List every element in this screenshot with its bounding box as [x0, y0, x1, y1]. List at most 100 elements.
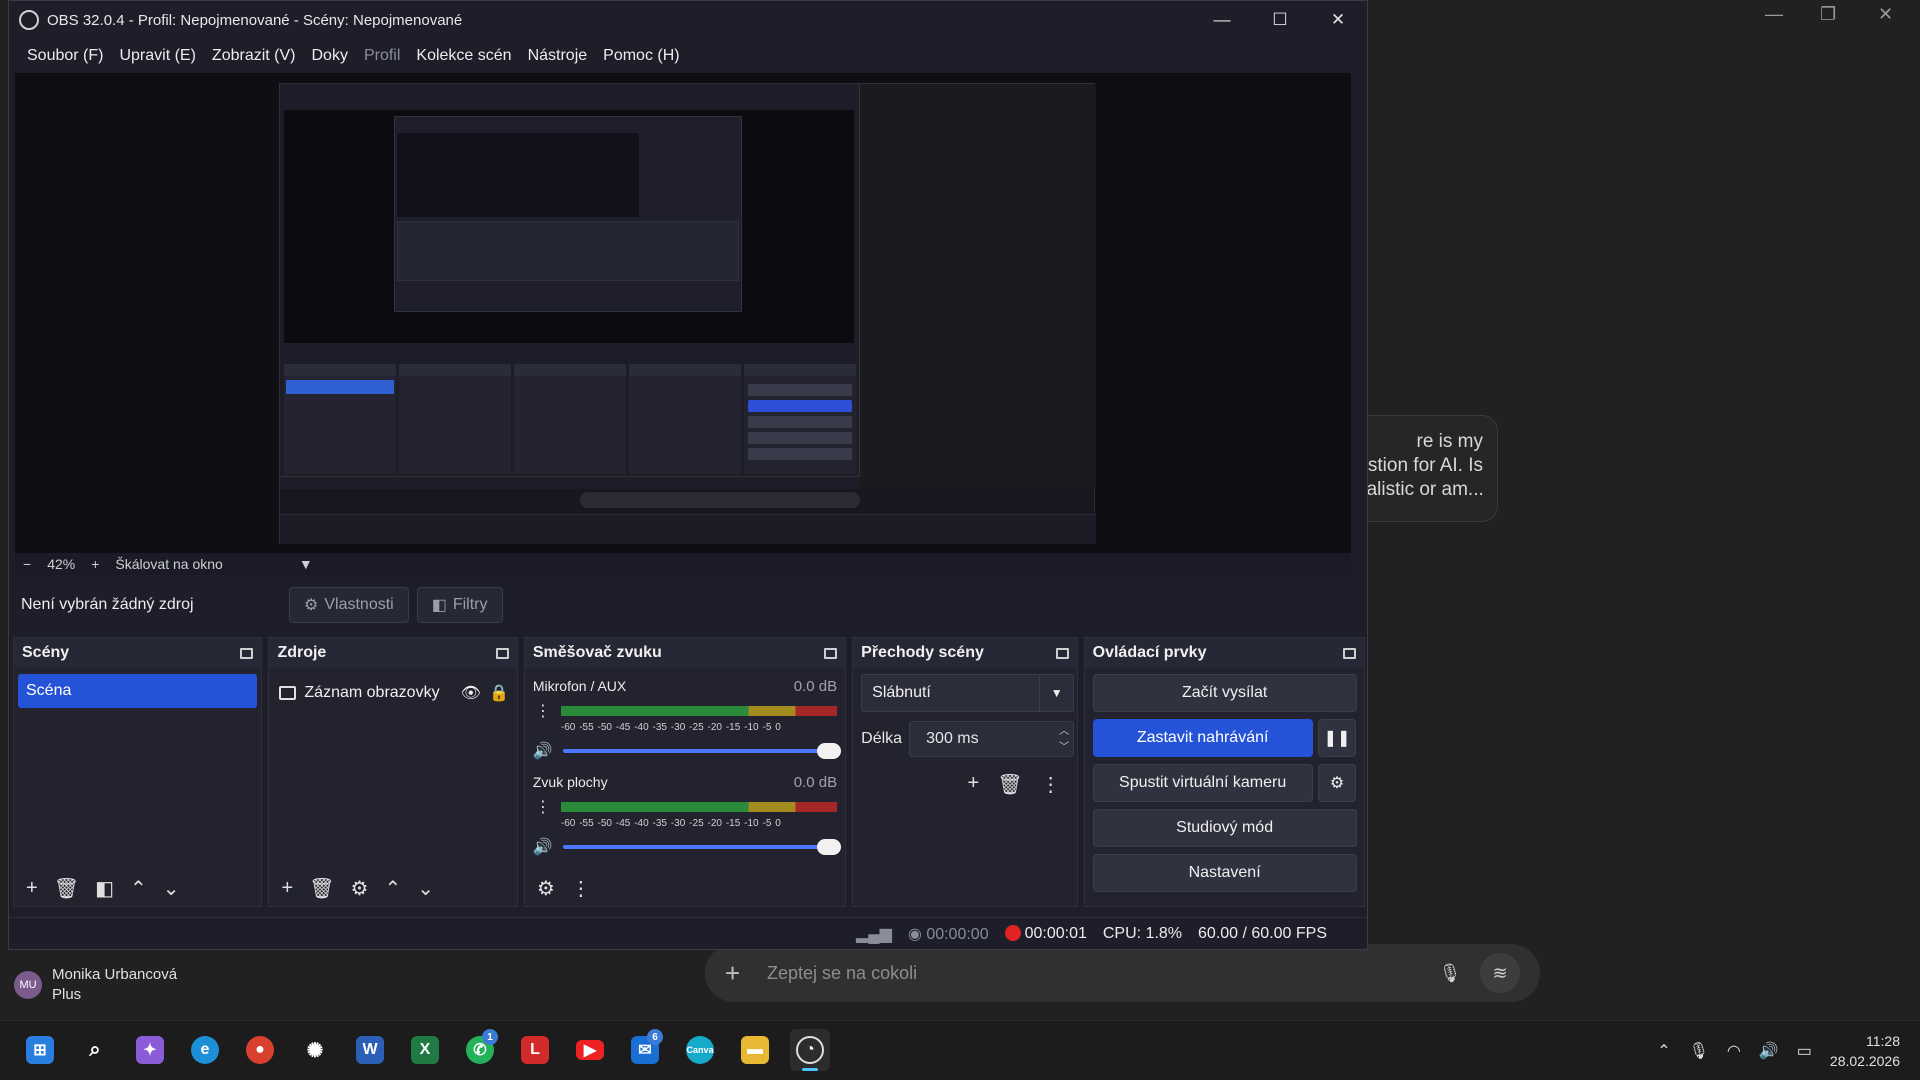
menu-docks[interactable]: Doky [304, 47, 356, 65]
duration-row: Délka 300 ms ︿ ﹀ [861, 720, 1075, 758]
slider-knob[interactable] [817, 743, 842, 759]
preview-canvas[interactable] [15, 73, 1351, 553]
search-icon[interactable]: ⌕ [75, 1029, 115, 1071]
windows-start-icon[interactable]: ⊞ [20, 1029, 60, 1071]
pause-icon[interactable]: ❚❚ [1317, 719, 1356, 757]
zoom-out-button[interactable]: − [15, 556, 39, 572]
chatgpt-icon[interactable]: ✺ [295, 1029, 335, 1071]
file-explorer-icon[interactable]: ▬ [735, 1029, 775, 1071]
word-icon[interactable]: W [350, 1029, 390, 1071]
bg-restore-icon[interactable]: ❐ [1820, 4, 1836, 25]
close-icon[interactable]: ✕ [1309, 1, 1367, 39]
chevron-down-icon[interactable]: ▼ [1039, 675, 1073, 711]
menu-profile[interactable]: Profil [356, 47, 408, 65]
duration-input[interactable]: 300 ms ︿ ﹀ [909, 721, 1075, 757]
chevron-down-icon[interactable]: ▼ [291, 556, 321, 572]
chevron-up-icon[interactable]: ⌃ [130, 876, 147, 901]
undock-icon[interactable] [1342, 647, 1356, 659]
bubble-line: ealistic or am... [1356, 479, 1484, 500]
copilot-icon[interactable]: ✦ [130, 1029, 170, 1071]
add-icon[interactable]: + [281, 877, 293, 900]
chevron-down-icon[interactable]: ⌄ [417, 876, 434, 901]
chrome-icon[interactable]: ● [240, 1029, 280, 1071]
battery-icon[interactable]: ▭ [1797, 1041, 1812, 1061]
filters-button[interactable]: ◧ Filtry [416, 587, 503, 623]
add-icon[interactable]: + [26, 877, 38, 900]
chevron-up-icon[interactable]: ⌃ [384, 876, 401, 901]
meter-tick: -55 [579, 722, 594, 733]
speaker-icon[interactable]: 🔊 [1759, 1041, 1779, 1061]
kebab-menu-icon[interactable]: ⋮ [1041, 772, 1061, 797]
undock-icon[interactable] [824, 647, 838, 659]
time: 11:28 [1866, 1033, 1900, 1049]
menu-edit[interactable]: Upravit (E) [111, 47, 203, 65]
excel-icon[interactable]: X [405, 1029, 445, 1071]
transition-select[interactable]: Slábnutí ▼ [861, 674, 1075, 712]
youtube-icon[interactable]: ▶ [570, 1029, 610, 1071]
spin-arrows-icon[interactable]: ︿ ﹀ [1059, 724, 1069, 756]
nested-dock [744, 364, 856, 474]
undock-icon[interactable] [240, 647, 254, 659]
kebab-menu-icon[interactable]: ⋮ [571, 876, 591, 901]
stop-recording-button[interactable]: Zastavit nahrávání [1092, 719, 1313, 757]
lastpass-icon[interactable]: L [515, 1029, 555, 1071]
properties-button[interactable]: ⚙ Vlastnosti [289, 587, 409, 623]
bg-minimize-icon[interactable]: — [1765, 4, 1783, 25]
zoom-in-button[interactable]: + [83, 556, 107, 572]
chevron-up-icon[interactable]: ⌃ [1657, 1041, 1670, 1061]
slider-knob[interactable] [817, 839, 842, 855]
volume-slider[interactable] [562, 743, 842, 759]
advanced-audio-gear-icon[interactable]: ⚙ [537, 876, 555, 901]
chevron-down-icon[interactable]: ⌄ [163, 876, 180, 901]
canva-icon[interactable]: Canva [680, 1029, 720, 1071]
scale-mode-select[interactable]: Škálovat na okno [107, 556, 230, 572]
edge-icon[interactable]: e [185, 1029, 225, 1071]
gear-icon[interactable]: ⚙ [1317, 764, 1356, 802]
obs-taskbar-icon[interactable]: ◔ [790, 1029, 830, 1071]
nested-button [748, 448, 852, 460]
kebab-menu-icon[interactable]: ⋮ [533, 797, 553, 817]
trash-icon[interactable]: 🗑 [54, 876, 79, 901]
trash-icon[interactable]: 🗑 [997, 772, 1022, 797]
undock-icon[interactable] [495, 647, 509, 659]
transitions-dock: Přechody scény Slábnutí ▼ Délka 300 ms ︿… [852, 637, 1078, 907]
scene-item[interactable]: Scéna [18, 674, 258, 708]
gear-icon[interactable]: ⚙ [351, 876, 369, 901]
menu-scene-collection[interactable]: Kolekce scén [408, 47, 519, 65]
undock-icon[interactable] [1055, 647, 1069, 659]
add-icon[interactable]: + [968, 772, 980, 797]
wifi-icon[interactable]: ◠ [1727, 1041, 1741, 1061]
clock[interactable]: 11:28 28.02.2026 [1830, 1031, 1900, 1071]
menu-tools[interactable]: Nástroje [520, 47, 596, 65]
nested-dock [284, 364, 396, 474]
mail-icon[interactable]: ✉ 6 [625, 1029, 665, 1071]
lock-icon[interactable]: 🔒 [489, 683, 509, 703]
eye-icon[interactable]: 👁 [461, 683, 481, 703]
chat-input-bar: + 🎙 ≋ [705, 944, 1540, 1002]
bg-close-icon[interactable]: ✕ [1878, 4, 1893, 25]
start-virtual-camera-button[interactable]: Spustit virtuální kameru [1092, 764, 1313, 802]
user-profile[interactable]: MU Monika Urbancová Plus [14, 965, 177, 1005]
microphone-icon[interactable]: 🎙 [1689, 1041, 1709, 1061]
minimize-icon[interactable]: — [1193, 1, 1251, 39]
speaker-icon[interactable]: 🔊 [533, 837, 553, 857]
maximize-icon[interactable]: ☐ [1251, 1, 1309, 39]
speaker-icon[interactable]: 🔊 [533, 741, 553, 761]
meter-tick: 0 [775, 722, 781, 733]
menu-view[interactable]: Zobrazit (V) [204, 47, 304, 65]
chat-input[interactable] [767, 962, 1430, 984]
trash-icon[interactable]: 🗑 [309, 876, 334, 901]
kebab-menu-icon[interactable]: ⋮ [533, 701, 553, 721]
start-streaming-button[interactable]: Začít vysílat [1092, 674, 1357, 712]
menu-file[interactable]: Soubor (F) [19, 47, 111, 65]
settings-button[interactable]: Nastavení [1092, 854, 1357, 892]
add-attachment-icon[interactable]: + [725, 958, 755, 989]
studio-mode-button[interactable]: Studiový mód [1092, 809, 1357, 847]
microphone-icon[interactable]: 🎙 [1430, 953, 1470, 993]
whatsapp-icon[interactable]: ✆ 1 [460, 1029, 500, 1071]
menu-help[interactable]: Pomoc (H) [595, 47, 687, 65]
volume-slider[interactable] [562, 839, 842, 855]
source-item[interactable]: Záznam obrazovky 👁 🔒 [279, 682, 509, 704]
voice-mode-icon[interactable]: ≋ [1480, 953, 1520, 993]
filter-icon[interactable]: ◧ [95, 876, 114, 901]
